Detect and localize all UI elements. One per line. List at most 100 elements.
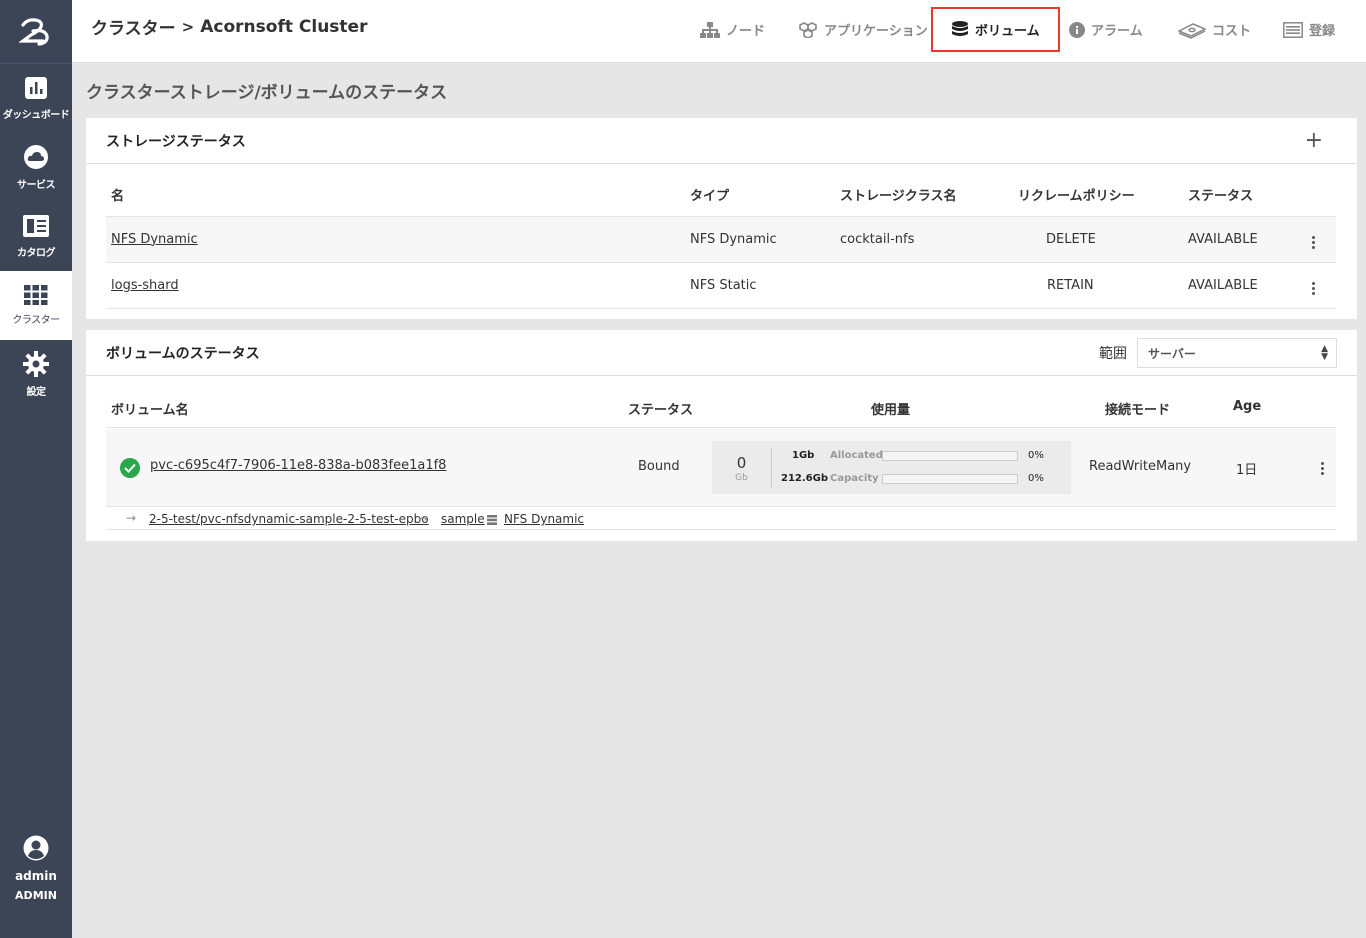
panel-header: ボリュームのステータス 範囲 サーバー ▲ ▼ [86, 330, 1357, 376]
list-icon [1283, 21, 1303, 38]
arrow-right-icon: → [418, 511, 429, 525]
column-header: 使用量 [871, 403, 911, 418]
allocated-percent: 0% [1028, 450, 1044, 461]
cocktail-logo[interactable] [0, 0, 72, 64]
reclaim-policy: RETAIN [1018, 262, 1188, 309]
reclaim-policy: DELETE [1018, 216, 1188, 263]
row-menu-button[interactable] [1308, 234, 1319, 251]
user-avatar-icon [23, 835, 49, 861]
volume-status-panel: ボリュームのステータス 範囲 サーバー ▲ ▼ ボリューム名 ステータス 使用量 … [86, 330, 1357, 541]
nav-register[interactable]: 登録 [1283, 7, 1335, 52]
arrow-right-icon: → [126, 511, 137, 525]
access-mode: ReadWriteMany [1089, 459, 1192, 474]
storage-status-panel: ストレージステータス + 名 タイプ ストレージクラス名 リクレームポリシー ス… [86, 118, 1357, 319]
usage-box: 0 Gb 1Gb Allocated 0% 212.6Gb Capacity 0… [712, 441, 1071, 494]
sidebar-item-label: カタログ [17, 248, 56, 259]
sidebar: ダッシュボード サービス カタログ クラスター 設定 admin ADMIN [0, 0, 72, 938]
sidebar-item-service[interactable]: サービス [0, 133, 72, 202]
nav-label: ボリューム [975, 24, 1040, 39]
table-row: pvc-c695c4f7-7906-11e8-838a-b083fee1a1f8… [106, 429, 1336, 507]
storage-class [840, 262, 1018, 309]
cloud-icon [24, 145, 48, 169]
nav-label: コスト [1212, 24, 1252, 39]
panel-title: ストレージステータス [106, 133, 246, 150]
column-header: 名 [106, 174, 690, 217]
sidebar-item-label: ダッシュボード [2, 110, 70, 121]
claim-link[interactable]: 2-5-test/pvc-nfsdynamic-sample-2-5-test-… [149, 512, 429, 526]
nav-volume[interactable]: ボリューム [931, 7, 1060, 52]
breadcrumb-current: Acornsoft Cluster [200, 16, 368, 37]
nav-label: 登録 [1309, 24, 1336, 39]
storage-status: AVAILABLE [1188, 216, 1308, 263]
range-select[interactable]: サーバー ▲ ▼ [1137, 338, 1337, 368]
breadcrumb-root[interactable]: クラスター [91, 14, 176, 39]
grid-icon [24, 285, 48, 305]
top-bar: クラスター > Acornsoft Cluster ノード アプリケーション ボ… [72, 0, 1366, 63]
table-row: logs-shard NFS Static RETAIN AVAILABLE [106, 262, 1336, 309]
storage-icon [487, 514, 497, 528]
user-role: ADMIN [15, 889, 57, 902]
column-header: Age [1233, 399, 1262, 414]
range-select-value: サーバー [1148, 346, 1196, 361]
used-unit: Gb [735, 473, 748, 483]
storage-type: NFS Dynamic [690, 216, 840, 263]
row-menu-button[interactable] [1308, 280, 1319, 297]
column-header: ステータス [628, 403, 694, 418]
volume-name-link[interactable]: pvc-c695c4f7-7906-11e8-838a-b083fee1a1f8 [150, 458, 446, 473]
user-name: admin [15, 869, 57, 883]
nav-application[interactable]: アプリケーション [798, 7, 928, 52]
range-label: 範囲 [1099, 346, 1127, 362]
sidebar-item-label: 設定 [26, 387, 47, 398]
info-icon [1069, 21, 1085, 38]
money-icon [1178, 22, 1206, 39]
table-header-row: 名 タイプ ストレージクラス名 リクレームポリシー ステータス [106, 174, 1336, 217]
app-link[interactable]: sample [441, 512, 485, 526]
storage-name-link[interactable]: NFS Dynamic [111, 232, 198, 247]
row-menu-button[interactable] [1317, 460, 1328, 477]
capacity-percent: 0% [1028, 473, 1044, 484]
user-menu[interactable]: admin ADMIN [0, 835, 72, 902]
page-title: クラスターストレージ/ボリュームのステータス [86, 83, 448, 103]
nav-alarm[interactable]: アラーム [1069, 7, 1143, 52]
database-icon [952, 20, 968, 36]
add-storage-button[interactable]: + [1305, 130, 1323, 152]
storage-link[interactable]: NFS Dynamic [504, 512, 584, 526]
storage-name-link[interactable]: logs-shard [111, 278, 179, 293]
column-header-actions [1308, 174, 1336, 217]
sidebar-item-catalog[interactable]: カタログ [0, 202, 72, 271]
column-header: ボリューム名 [111, 403, 189, 418]
volume-relations-row: → 2-5-test/pvc-nfsdynamic-sample-2-5-tes… [106, 508, 1336, 530]
nav-label: アプリケーション [824, 24, 928, 39]
gear-icon [23, 351, 49, 377]
allocated-row: 1Gb Allocated 0% [772, 449, 1071, 463]
catalog-icon [23, 215, 49, 237]
volume-table-header: ボリューム名 ステータス 使用量 接続モード Age [106, 386, 1336, 428]
storage-class: cocktail-nfs [840, 216, 1018, 263]
capacity-bar [882, 474, 1018, 484]
capacity-row: 212.6Gb Capacity 0% [772, 472, 1071, 486]
sidebar-item-label: サービス [17, 180, 56, 191]
cubes-icon [799, 21, 817, 38]
sidebar-item-settings[interactable]: 設定 [0, 340, 72, 409]
used-value: 0 [736, 454, 747, 472]
panel-header: ストレージステータス + [86, 118, 1357, 164]
storage-table: 名 タイプ ストレージクラス名 リクレームポリシー ステータス NFS Dyna… [106, 174, 1336, 309]
nav-cost[interactable]: コスト [1178, 7, 1251, 52]
column-header: タイプ [690, 174, 840, 217]
breadcrumb-separator: > [181, 17, 195, 36]
sidebar-item-dashboard[interactable]: ダッシュボード [0, 64, 72, 133]
select-arrows-icon: ▲ ▼ [1321, 344, 1328, 362]
nav-node[interactable]: ノード [700, 7, 765, 52]
sidebar-item-label: クラスター [12, 315, 60, 326]
column-header: ストレージクラス名 [840, 174, 1018, 217]
capacity-value: 212.6Gb [781, 473, 828, 484]
volume-age: 1日 [1236, 463, 1258, 478]
logo-icon [19, 17, 49, 46]
allocated-value: 1Gb [792, 450, 815, 461]
nav-label: ノード [726, 24, 766, 39]
column-header: 接続モード [1105, 403, 1171, 418]
capacity-label: Capacity [830, 473, 879, 484]
allocated-bar [882, 451, 1018, 461]
sidebar-item-cluster[interactable]: クラスター [0, 271, 72, 340]
storage-type: NFS Static [690, 262, 840, 309]
